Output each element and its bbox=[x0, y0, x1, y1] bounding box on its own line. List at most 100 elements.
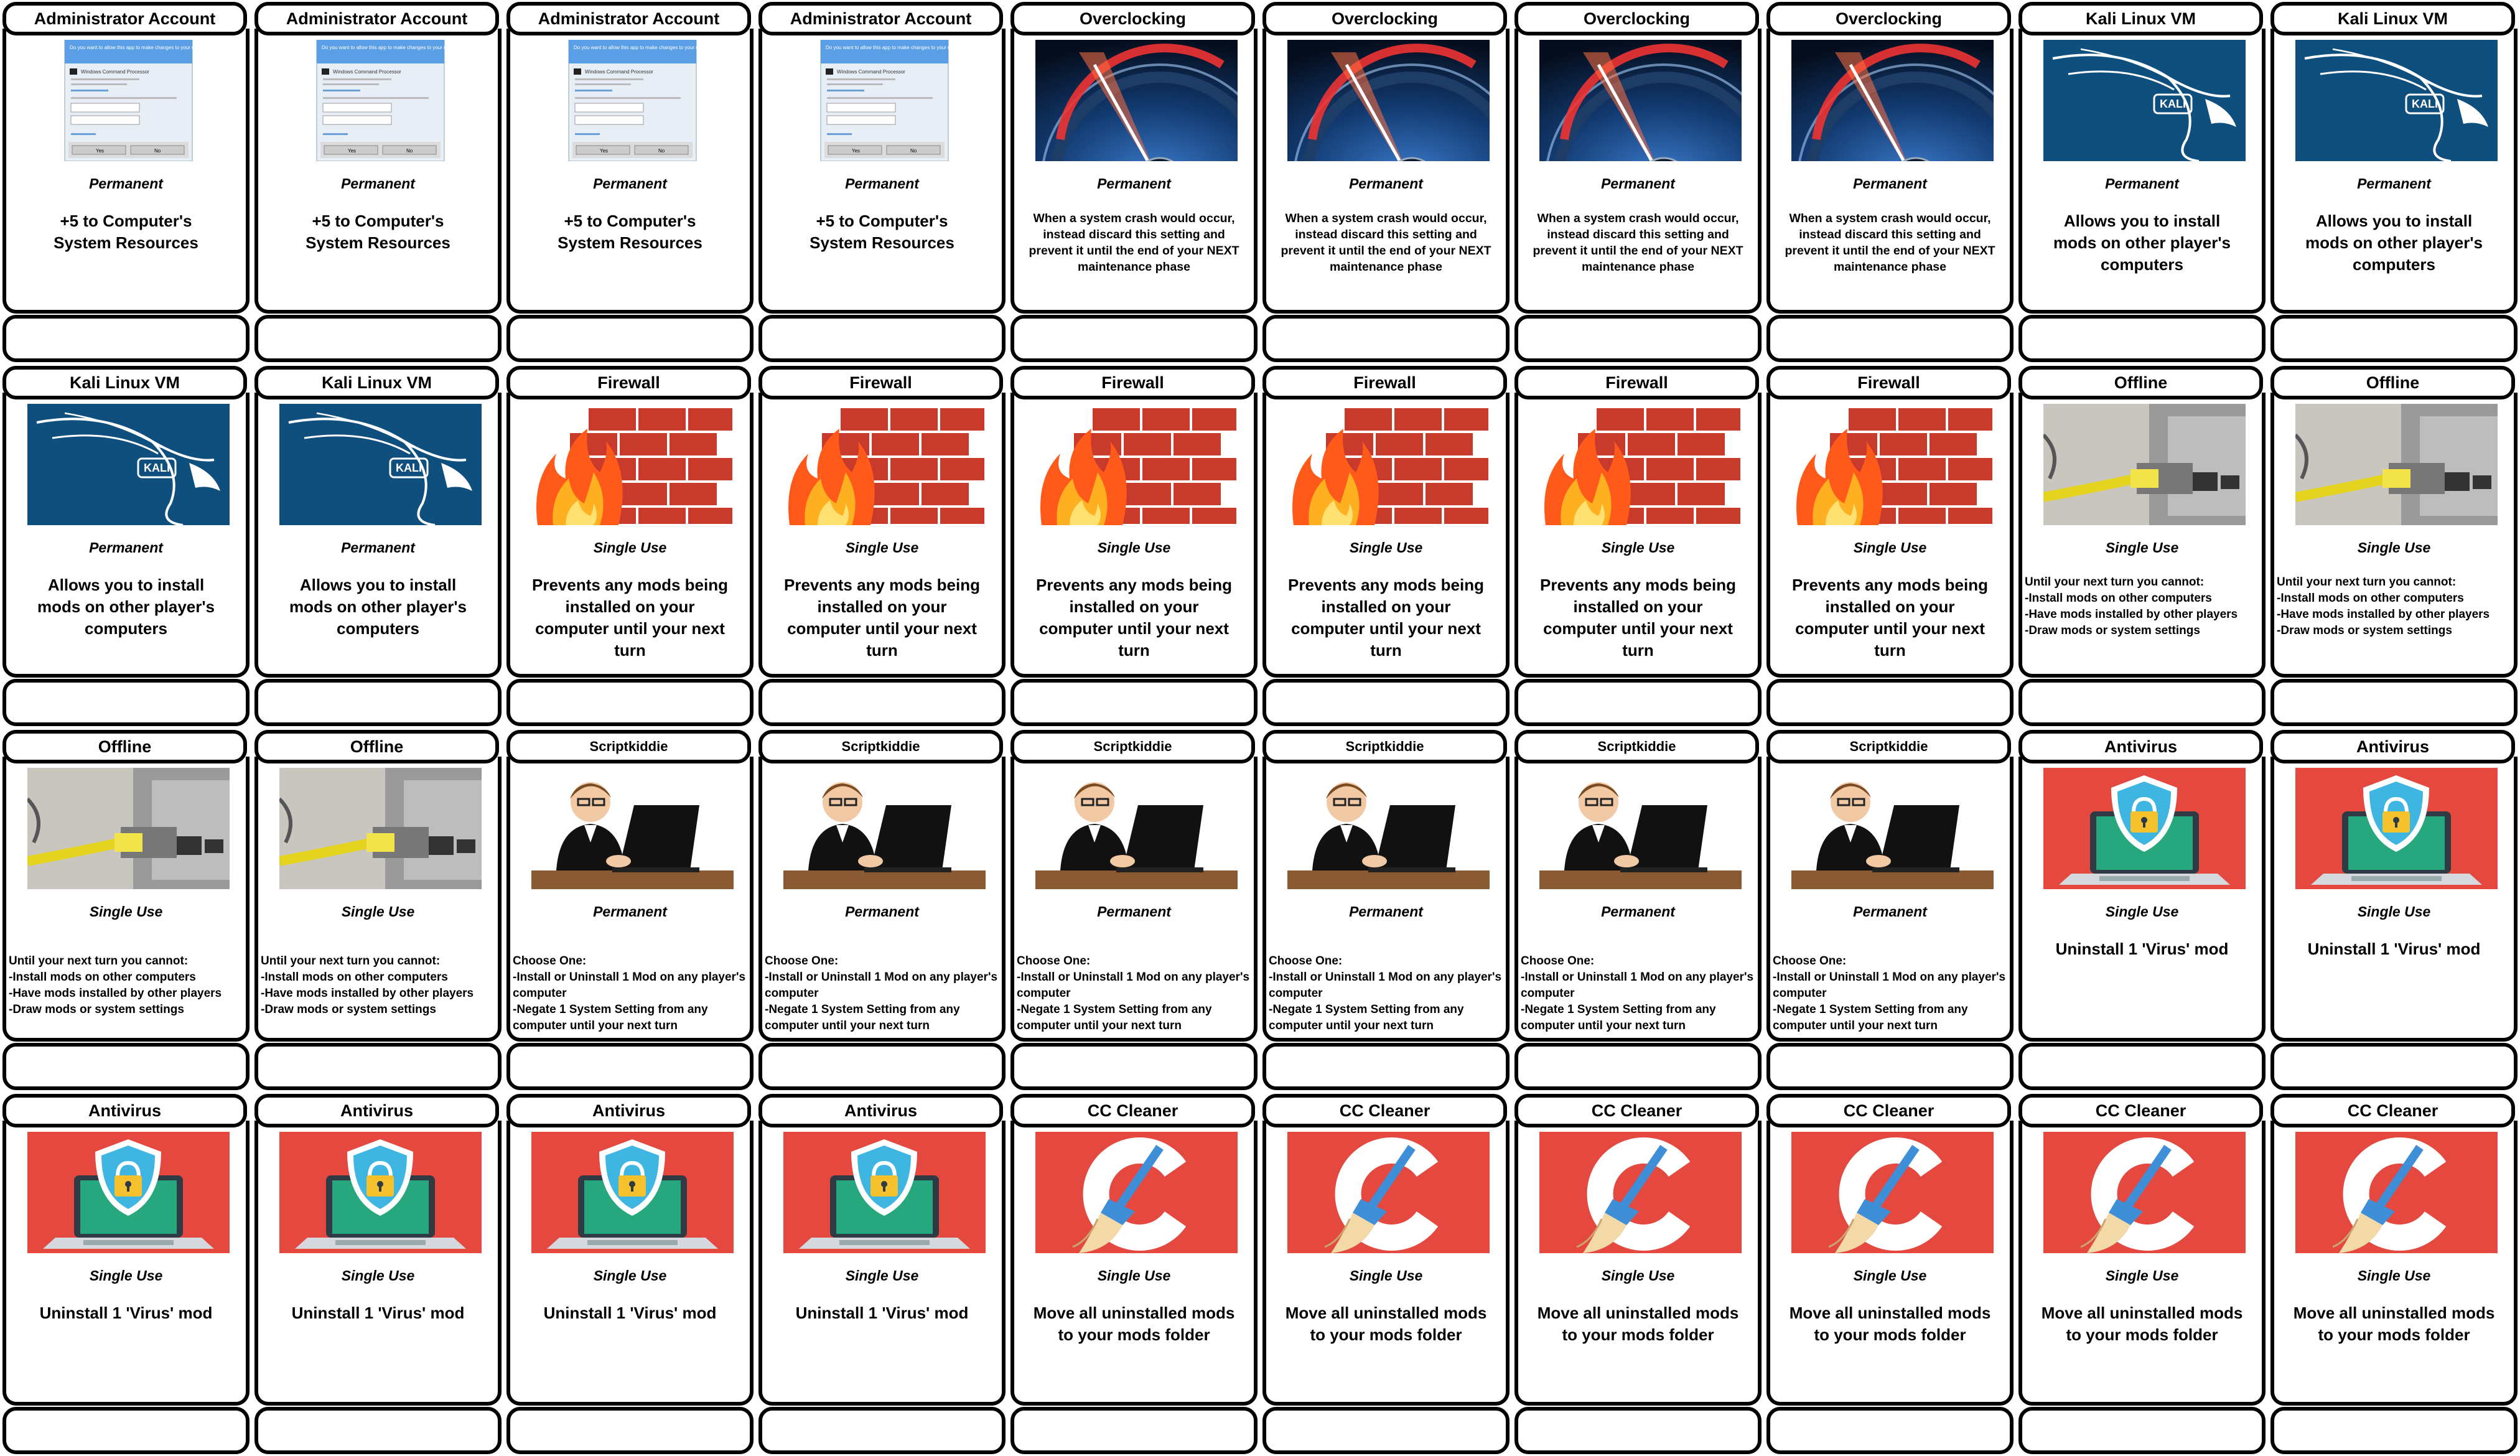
card-description: Choose One: -Install or Uninstall 1 Mod … bbox=[1773, 954, 2006, 1032]
card-title: Scriptkiddie bbox=[1514, 730, 1759, 763]
card-title: Offline bbox=[2, 730, 247, 763]
card-description: Uninstall 1 'Virus' mod bbox=[39, 1304, 213, 1322]
game-card[interactable]: Administrator Account Do you want to all… bbox=[252, 0, 504, 364]
card-title: Overclocking bbox=[1262, 2, 1507, 35]
svg-text:Windows Command Processor: Windows Command Processor bbox=[333, 69, 401, 75]
game-card[interactable]: Offline Single Use Until your next turn y… bbox=[252, 728, 504, 1092]
card-type: Permanent bbox=[1601, 175, 1675, 192]
svg-text:Do you want to allow this app: Do you want to allow this app to make ch… bbox=[70, 45, 209, 50]
uac-dialog-image: Do you want to allow this app to make ch… bbox=[783, 40, 986, 161]
game-card[interactable]: Scriptkiddie Permanent Choose One: -Insta… bbox=[756, 728, 1008, 1092]
card-footer-box bbox=[1514, 1043, 1762, 1090]
card-title: Scriptkiddie bbox=[1262, 730, 1507, 763]
card-title: Scriptkiddie bbox=[758, 730, 1003, 763]
game-card[interactable]: Scriptkiddie Permanent Choose One: -Insta… bbox=[1512, 728, 1764, 1092]
game-card[interactable]: Administrator Account Do you want to all… bbox=[0, 0, 252, 364]
game-card[interactable]: Administrator Account Do you want to all… bbox=[504, 0, 756, 364]
card-title: CC Cleaner bbox=[1514, 1094, 1759, 1127]
svg-text:KALI: KALI bbox=[396, 462, 422, 474]
card-footer-box bbox=[2018, 1043, 2266, 1090]
card-footer-box bbox=[1262, 679, 1510, 726]
game-card[interactable]: Firewall Single Use Prevents any mods bei… bbox=[504, 364, 756, 728]
game-card[interactable]: Kali Linux VM KALI Permanent Allows you t… bbox=[252, 364, 504, 728]
game-card[interactable]: Firewall Single Use Prevents any mods bei… bbox=[1764, 364, 2016, 728]
antivirus-laptop-image bbox=[531, 1132, 734, 1253]
card-title: Kali Linux VM bbox=[2270, 2, 2515, 35]
card-description: Uninstall 1 'Virus' mod bbox=[543, 1304, 717, 1322]
game-card[interactable]: Overclocking Permanent When a system cras… bbox=[1008, 0, 1260, 364]
kid-at-laptop-image bbox=[531, 768, 734, 889]
game-card[interactable]: Kali Linux VM KALI Permanent Allows you t… bbox=[2016, 0, 2268, 364]
game-card[interactable]: Scriptkiddie Permanent Choose One: -Insta… bbox=[1764, 728, 2016, 1092]
card-description: Until your next turn you cannot: -Instal… bbox=[2025, 576, 2238, 637]
game-card[interactable]: Firewall Single Use Prevents any mods bei… bbox=[1008, 364, 1260, 728]
card-description: Allows you to install mods on other play… bbox=[289, 576, 467, 638]
game-card[interactable]: Firewall Single Use Prevents any mods bei… bbox=[1512, 364, 1764, 728]
card-description: Move all uninstalled mods to your mods f… bbox=[1285, 1304, 1487, 1344]
game-card[interactable]: Kali Linux VM KALI Permanent Allows you t… bbox=[2268, 0, 2520, 364]
uac-dialog-image: Do you want to allow this app to make ch… bbox=[279, 40, 482, 161]
game-card[interactable]: Offline Single Use Until your next turn y… bbox=[0, 728, 252, 1092]
game-card[interactable]: CC Cleaner Single Use Move all uninstalle… bbox=[1260, 1092, 1512, 1456]
game-card[interactable]: Administrator Account Do you want to all… bbox=[756, 0, 1008, 364]
card-title: CC Cleaner bbox=[2270, 1094, 2515, 1127]
uac-dialog-image: Do you want to allow this app to make ch… bbox=[27, 40, 230, 161]
game-card[interactable]: Antivirus Single Use Uninstall 1 'Virus' … bbox=[2268, 728, 2520, 1092]
card-title: Kali Linux VM bbox=[2018, 2, 2263, 35]
card-description: When a system crash would occur, instead… bbox=[1533, 212, 1743, 274]
card-title: Antivirus bbox=[2270, 730, 2515, 763]
game-card[interactable]: Kali Linux VM KALI Permanent Allows you t… bbox=[0, 364, 252, 728]
card-type: Single Use bbox=[845, 539, 919, 556]
game-card[interactable]: Antivirus Single Use Uninstall 1 'Virus' … bbox=[756, 1092, 1008, 1456]
antivirus-laptop-image bbox=[27, 1132, 230, 1253]
game-card[interactable]: Offline Single Use Until your next turn y… bbox=[2016, 364, 2268, 728]
kid-at-laptop-image bbox=[1035, 768, 1238, 889]
speedometer-image bbox=[1287, 40, 1490, 161]
game-card[interactable]: CC Cleaner Single Use Move all uninstalle… bbox=[1512, 1092, 1764, 1456]
game-card[interactable]: CC Cleaner Single Use Move all uninstalle… bbox=[1008, 1092, 1260, 1456]
card-title: CC Cleaner bbox=[1262, 1094, 1507, 1127]
game-card[interactable]: Scriptkiddie Permanent Choose One: -Insta… bbox=[1008, 728, 1260, 1092]
card-type: Single Use bbox=[1601, 1267, 1675, 1284]
card-description: Move all uninstalled mods to your mods f… bbox=[2041, 1304, 2243, 1344]
card-title: Firewall bbox=[758, 366, 1003, 399]
game-card[interactable]: Offline Single Use Until your next turn y… bbox=[2268, 364, 2520, 728]
game-card[interactable]: Firewall Single Use Prevents any mods bei… bbox=[1260, 364, 1512, 728]
card-footer-box bbox=[2270, 1407, 2518, 1454]
card-type: Permanent bbox=[341, 539, 415, 556]
ethernet-cable-image bbox=[27, 768, 230, 889]
card-type: Permanent bbox=[845, 903, 919, 920]
game-card[interactable]: Antivirus Single Use Uninstall 1 'Virus' … bbox=[504, 1092, 756, 1456]
card-description: Uninstall 1 'Virus' mod bbox=[795, 1304, 969, 1322]
kid-at-laptop-image bbox=[783, 768, 986, 889]
game-card[interactable]: Overclocking Permanent When a system cras… bbox=[1764, 0, 2016, 364]
game-card[interactable]: Scriptkiddie Permanent Choose One: -Insta… bbox=[1260, 728, 1512, 1092]
game-card[interactable]: Antivirus Single Use Uninstall 1 'Virus' … bbox=[0, 1092, 252, 1456]
card-type: Single Use bbox=[1601, 539, 1675, 556]
game-card[interactable]: Antivirus Single Use Uninstall 1 'Virus' … bbox=[252, 1092, 504, 1456]
card-footer-box bbox=[506, 1043, 754, 1090]
card-title: Firewall bbox=[1514, 366, 1759, 399]
card-footer-box bbox=[254, 1407, 502, 1454]
card-title: CC Cleaner bbox=[2018, 1094, 2263, 1127]
game-card[interactable]: Firewall Single Use Prevents any mods bei… bbox=[756, 364, 1008, 728]
card-type: Single Use bbox=[1853, 539, 1927, 556]
card-type: Single Use bbox=[593, 539, 667, 556]
card-description: Prevents any mods being installed on you… bbox=[784, 576, 980, 660]
game-card[interactable]: Scriptkiddie Permanent Choose One: -Insta… bbox=[504, 728, 756, 1092]
card-type: Permanent bbox=[2105, 175, 2179, 192]
card-description: Move all uninstalled mods to your mods f… bbox=[2293, 1304, 2495, 1344]
game-card[interactable]: CC Cleaner Single Use Move all uninstalle… bbox=[2268, 1092, 2520, 1456]
card-description: Prevents any mods being installed on you… bbox=[1036, 576, 1232, 660]
card-type: Single Use bbox=[89, 1267, 163, 1284]
card-type: Single Use bbox=[2105, 903, 2179, 920]
game-card[interactable]: Overclocking Permanent When a system cras… bbox=[1260, 0, 1512, 364]
game-card[interactable]: Antivirus Single Use Uninstall 1 'Virus' … bbox=[2016, 728, 2268, 1092]
game-card[interactable]: CC Cleaner Single Use Move all uninstalle… bbox=[1764, 1092, 2016, 1456]
card-footer-box bbox=[1010, 679, 1258, 726]
svg-text:KALI: KALI bbox=[2160, 98, 2186, 110]
card-description: Uninstall 1 'Virus' mod bbox=[2055, 940, 2229, 958]
game-card[interactable]: Overclocking Permanent When a system cras… bbox=[1512, 0, 1764, 364]
game-card[interactable]: CC Cleaner Single Use Move all uninstalle… bbox=[2016, 1092, 2268, 1456]
card-footer-box bbox=[506, 315, 754, 362]
